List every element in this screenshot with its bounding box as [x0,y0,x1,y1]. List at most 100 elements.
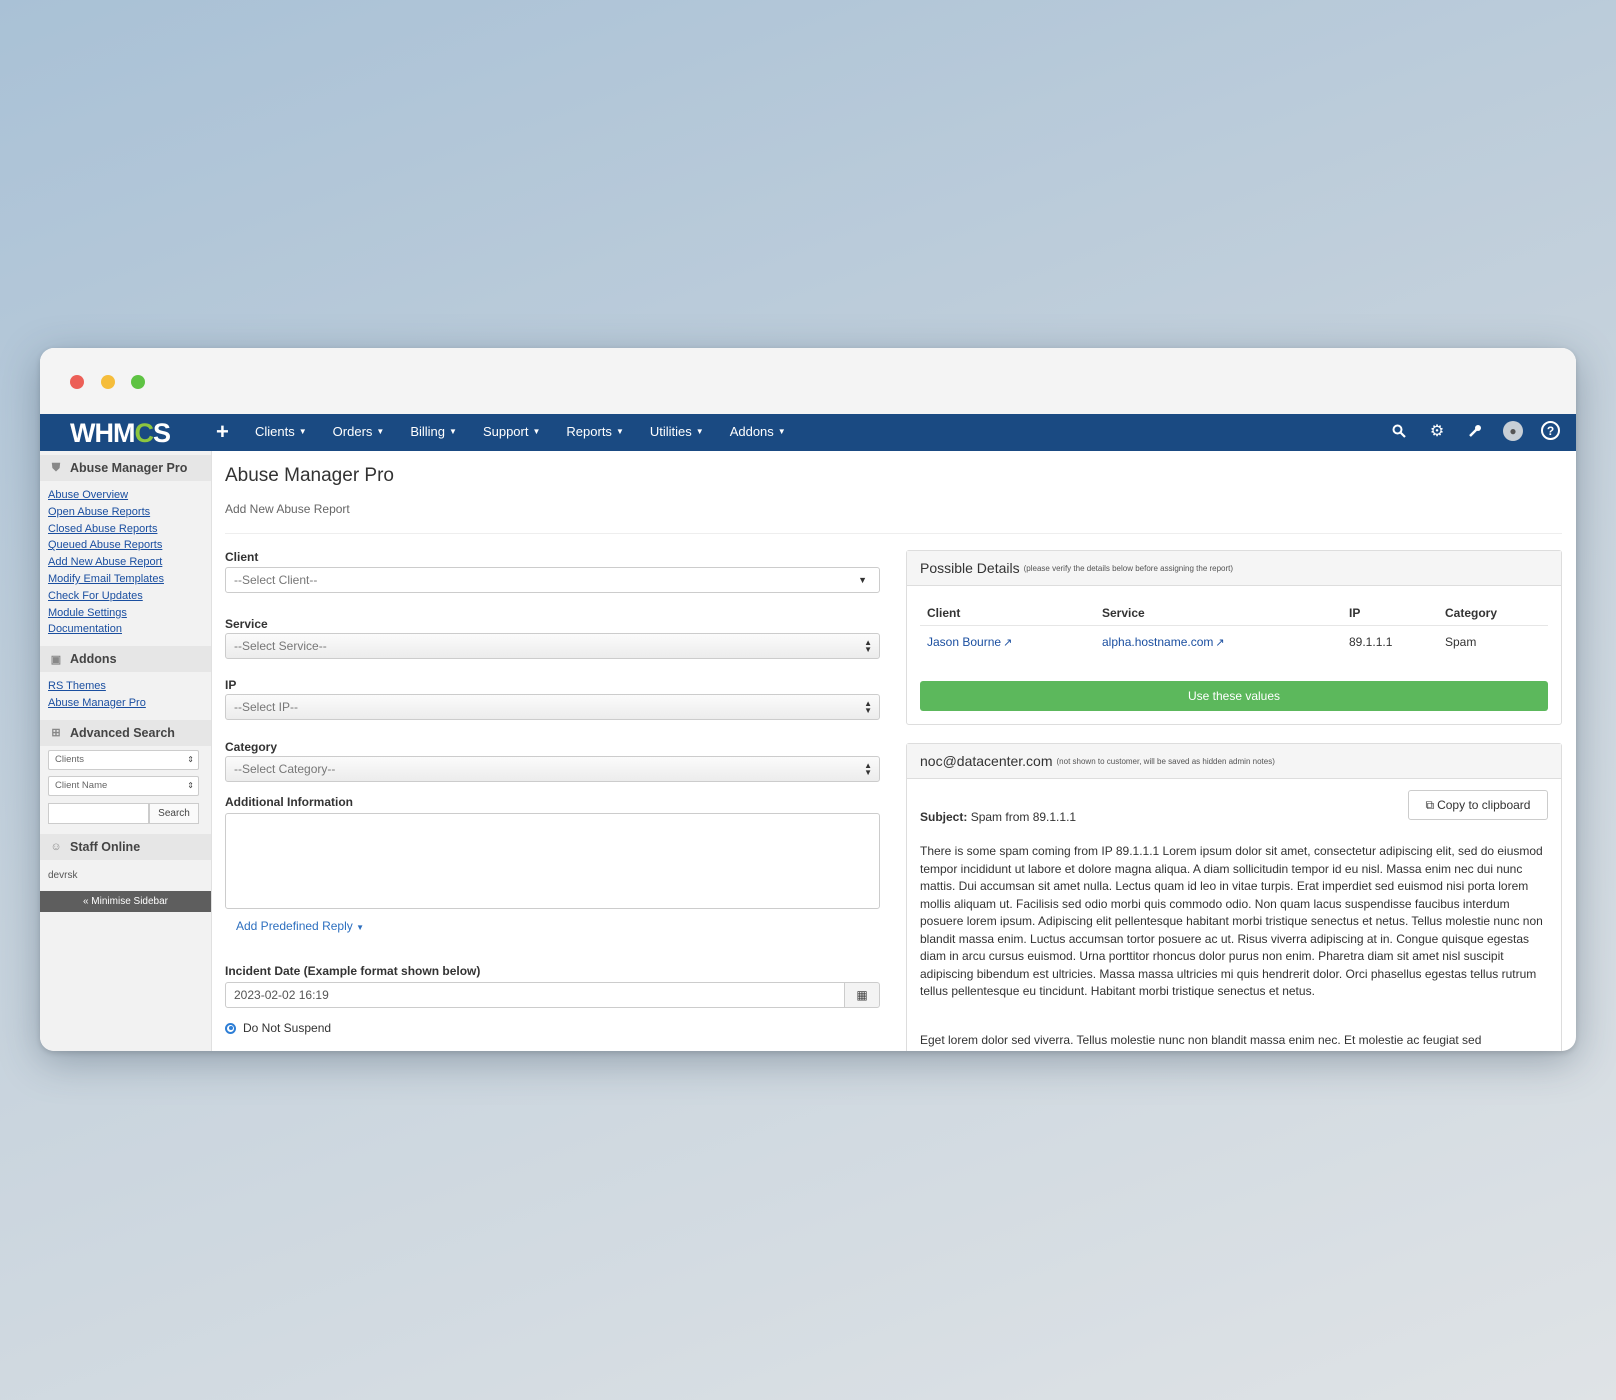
sidebar-link-rs-themes[interactable]: RS Themes [48,678,211,695]
sidebar-heading-abuse-manager: ⛊ Abuse Manager Pro [40,455,211,481]
sidebar-search-input[interactable] [48,802,149,824]
binoculars-icon: ⊞ [51,727,61,740]
calendar-icon[interactable]: ▦ [844,982,880,1008]
minimise-sidebar-button[interactable]: « Minimise Sidebar [40,890,211,912]
client-select[interactable]: --Select Client-- ▼ [225,567,880,593]
nav-clients[interactable]: Clients ▼ [255,424,307,439]
nav-reports[interactable]: Reports ▼ [566,424,623,439]
table-row: Jason Bourne ↗ alpha.hostname.com ↗ 89.1.1… [920,626,1548,657]
copy-to-clipboard-button[interactable]: ⧉ Copy to clipboard [1408,790,1548,820]
use-these-values-button[interactable]: Use these values [920,681,1548,711]
caret-down-icon: ▼ [298,427,307,436]
sidebar-heading-advanced-search: ⊞ Advanced Search [40,719,211,746]
client-link[interactable]: Jason Bourne [927,635,1001,649]
select-arrows-icon: ▲ ▼ [864,699,872,715]
service-select[interactable]: --Select Service-- ▲ ▼ [225,633,880,659]
nav-orders[interactable]: Orders ▼ [333,424,385,439]
sidebar-link-abuse-overview[interactable]: Abuse Overview [48,487,211,504]
nav-addons[interactable]: Addons ▼ [730,424,786,439]
help-icon[interactable]: ? [1541,421,1560,440]
select-arrows-icon: ▲ ▼ [864,638,872,654]
search-type-select[interactable]: Clients ⇕ [48,749,199,770]
browser-window: WHMCS + Clients ▼ Orders ▼ Billing ▼ Suppor… [40,348,1576,1051]
caret-down-icon: ▼ [858,575,867,585]
email-body: There is some spam coming from IP 89.1.1… [920,844,1543,998]
cube-icon: ▣ [50,653,62,666]
email-body-continued: Eget lorem dolor sed viverra. Tellus mol… [920,1033,1482,1047]
sidebar-link-documentation[interactable]: Documentation [48,621,211,638]
select-arrows-icon: ⇕ [187,781,194,791]
table-header-row: Client Service IP Category [920,601,1548,626]
sidebar-addon-links: RS Themes Abuse Manager Pro [40,672,211,716]
ip-select[interactable]: --Select IP-- ▲ ▼ [225,694,880,720]
window-titlebar [40,348,1576,414]
staff-online-name: devrsk [48,869,78,881]
sidebar-heading-addons: ▣ Addons [40,646,211,673]
caret-down-icon: ▼ [356,923,365,932]
quick-add-button[interactable]: + [216,419,229,445]
close-window-button[interactable] [70,375,84,389]
add-predefined-reply-button[interactable]: Add Predefined Reply ▼ [236,919,364,933]
nav-utilities[interactable]: Utilities ▼ [650,424,704,439]
caret-down-icon: ▼ [532,427,541,436]
select-arrows-icon: ⇕ [187,755,194,765]
category-label: Category [225,740,278,754]
minimize-window-button[interactable] [101,375,115,389]
page-subtitle: Add New Abuse Report [225,502,350,516]
service-label: Service [225,617,268,631]
maximize-window-button[interactable] [131,375,145,389]
top-navbar: WHMCS + Clients ▼ Orders ▼ Billing ▼ Suppor… [40,414,1576,451]
additional-info-label: Additional Information [225,795,353,809]
sidebar-link-check-for-updates[interactable]: Check For Updates [48,588,211,605]
copy-icon: ⧉ [1425,797,1435,812]
possible-details-table: Client Service IP Category Jason Bourne ↗… [920,601,1548,657]
nav-support[interactable]: Support ▼ [483,424,540,439]
email-panel: noc@datacenter.com (not shown to customer… [906,743,1562,1051]
caret-down-icon: ▼ [777,427,786,436]
whmcs-logo[interactable]: WHMCS [70,418,171,449]
wrench-icon[interactable] [1465,421,1485,441]
email-heading: noc@datacenter.com (not shown to customer… [907,744,1561,779]
email-subject: Subject: Spam from 89.1.1.1 [920,810,1077,824]
ip-label: IP [225,678,237,692]
external-link-icon[interactable]: ↗ [1003,637,1012,649]
category-value: Spam [1445,634,1477,649]
service-link[interactable]: alpha.hostname.com [1102,635,1213,649]
incident-date-label: Incident Date (Example format shown belo… [225,964,481,978]
category-select[interactable]: --Select Category-- ▲ ▼ [225,756,880,782]
nav-icons: ⚙ ● ? [1389,421,1560,441]
sidebar-link-open-abuse-reports[interactable]: Open Abuse Reports [48,504,211,521]
do-not-suspend-option[interactable]: Do Not Suspend [225,1021,331,1035]
sidebar-link-add-new-abuse-report[interactable]: Add New Abuse Report [48,554,211,571]
radio-selected-icon[interactable] [225,1022,236,1034]
incident-date-input[interactable]: 2023-02-02 16:19 [225,982,845,1008]
caret-down-icon: ▼ [449,427,457,436]
caret-down-icon: ▼ [615,427,624,436]
sidebar-link-modify-email-templates[interactable]: Modify Email Templates [48,571,211,588]
sidebar-link-queued-abuse-reports[interactable]: Queued Abuse Reports [48,537,211,554]
gears-icon[interactable]: ⚙ [1427,421,1447,441]
sidebar-search-row: Search [48,802,211,824]
select-arrows-icon: ▲ ▼ [864,761,872,777]
additional-info-textarea[interactable] [225,813,880,909]
search-field-select[interactable]: Client Name ⇕ [48,775,199,796]
client-label: Client [225,550,259,564]
sidebar-link-module-settings[interactable]: Module Settings [48,605,211,622]
sidebar-link-abuse-manager-pro[interactable]: Abuse Manager Pro [48,695,211,712]
sidebar-heading-staff-online: ☺ Staff Online [40,833,211,860]
main-content: Abuse Manager Pro Add New Abuse Report C… [225,451,1562,1051]
ip-value: 89.1.1.1 [1349,634,1393,649]
sidebar: ⛊ Abuse Manager Pro Abuse Overview Open A… [40,451,212,1051]
sidebar-search-button[interactable]: Search [149,802,199,824]
possible-details-panel: Possible Details (please verify the detai… [906,550,1562,725]
users-icon: ☺ [50,840,62,853]
caret-down-icon: ▼ [695,427,704,436]
nav-menu: Clients ▼ Orders ▼ Billing ▼ Support ▼ Repor… [255,424,786,439]
possible-details-heading: Possible Details (please verify the detai… [907,551,1561,586]
nav-billing[interactable]: Billing ▼ [410,424,457,439]
sidebar-link-closed-abuse-reports[interactable]: Closed Abuse Reports [48,521,211,538]
external-link-icon[interactable]: ↗ [1215,637,1224,649]
shield-icon: ⛊ [51,461,61,474]
user-avatar-icon[interactable]: ● [1503,421,1523,441]
search-icon[interactable] [1389,421,1409,441]
